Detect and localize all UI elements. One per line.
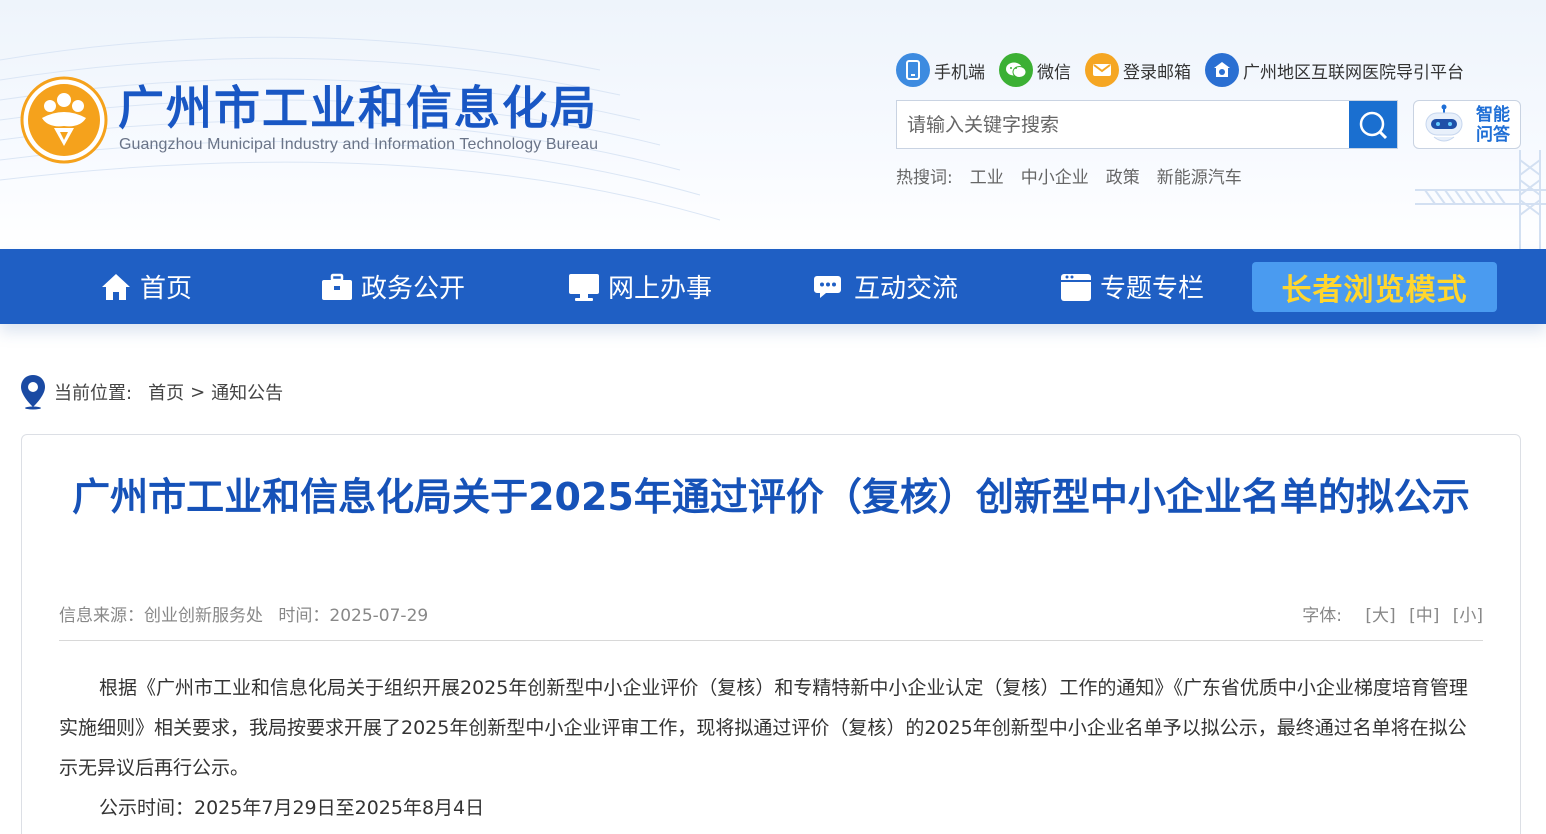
location-pin-icon bbox=[21, 375, 45, 410]
site-header: 广州市工业和信息化局 Guangzhou Municipal Industry … bbox=[0, 0, 1546, 249]
search-icon bbox=[1359, 111, 1388, 139]
hot-word[interactable]: 新能源汽车 bbox=[1157, 163, 1242, 188]
search-button[interactable] bbox=[1349, 101, 1397, 148]
search-input[interactable] bbox=[897, 101, 1349, 148]
hot-word[interactable]: 政策 bbox=[1106, 163, 1140, 188]
meta-divider bbox=[59, 640, 1483, 641]
hospital-icon bbox=[1205, 53, 1239, 87]
font-size-large-button[interactable]: [大] bbox=[1365, 606, 1395, 626]
ai-assistant-button[interactable]: 智能 问答 bbox=[1413, 100, 1521, 149]
breadcrumb-separator: > bbox=[190, 381, 206, 403]
monitor-icon bbox=[569, 273, 599, 301]
ai-label-line1: 智能 bbox=[1476, 104, 1510, 125]
article-meta: 信息来源：创业创新服务处 时间：2025-07-29 字体: [大] [中] [… bbox=[59, 601, 1483, 627]
article-time: 时间：2025-07-29 bbox=[278, 606, 429, 626]
briefcase-icon bbox=[322, 273, 352, 300]
mail-icon bbox=[1085, 53, 1119, 87]
wechat-link-label: 微信 bbox=[1037, 62, 1071, 83]
main-nav: 首页 政务公开 网上办事 互动交流 专题专栏 长者浏览模式 bbox=[0, 249, 1546, 324]
nav-government-affairs-label: 政务公开 bbox=[361, 274, 466, 304]
font-size-medium-button[interactable]: [中] bbox=[1409, 606, 1439, 626]
elder-mode-button[interactable]: 长者浏览模式 bbox=[1252, 262, 1497, 312]
wechat-link[interactable]: 微信 bbox=[999, 53, 1071, 87]
breadcrumb-label: 当前位置: bbox=[54, 383, 133, 404]
nav-special-topics-label: 专题专栏 bbox=[1100, 274, 1205, 304]
article-paragraph: 根据《广州市工业和信息化局关于组织开展2025年创新型中小企业评价（复核）和专精… bbox=[59, 677, 1468, 779]
hot-searches: 热搜词: 工业 中小企业 政策 新能源汽车 bbox=[896, 163, 1242, 188]
chat-icon bbox=[814, 275, 841, 298]
elder-mode-label: 长者浏览模式 bbox=[1281, 273, 1468, 308]
hot-searches-label: 热搜词: bbox=[896, 168, 953, 188]
hot-word[interactable]: 中小企业 bbox=[1021, 163, 1089, 188]
nav-online-services[interactable]: 网上办事 bbox=[568, 249, 712, 324]
robot-icon bbox=[1425, 104, 1463, 141]
nav-home[interactable]: 首页 bbox=[100, 249, 192, 324]
nav-home-label: 首页 bbox=[140, 274, 193, 304]
nav-special-topics[interactable]: 专题专栏 bbox=[1060, 249, 1204, 324]
font-size-small-button[interactable]: [小] bbox=[1453, 606, 1483, 626]
mail-link[interactable]: 登录邮箱 bbox=[1085, 53, 1191, 87]
wechat-icon bbox=[999, 53, 1033, 87]
breadcrumb: 当前位置: 首页 > 通知公告 bbox=[20, 374, 283, 410]
article-source: 信息来源：创业创新服务处 bbox=[59, 606, 263, 626]
ai-assistant-label: 智能 问答 bbox=[1476, 105, 1510, 145]
mobile-link-label: 手机端 bbox=[934, 62, 985, 83]
nav-interaction-label: 互动交流 bbox=[854, 274, 959, 304]
calendar-icon bbox=[1061, 273, 1091, 301]
home-icon bbox=[102, 273, 130, 300]
nav-interaction[interactable]: 互动交流 bbox=[814, 249, 958, 324]
hot-word[interactable]: 工业 bbox=[970, 163, 1004, 188]
bureau-logo[interactable] bbox=[20, 76, 108, 164]
article-card: 广州市工业和信息化局关于2025年通过评价（复核）创新型中小企业名单的拟公示 信… bbox=[21, 434, 1521, 834]
hospital-platform-label: 广州地区互联网医院导引平台 bbox=[1243, 62, 1464, 83]
hospital-platform-link[interactable]: 广州地区互联网医院导引平台 bbox=[1205, 53, 1464, 87]
mail-link-label: 登录邮箱 bbox=[1123, 62, 1191, 83]
breadcrumb-home[interactable]: 首页 bbox=[148, 379, 184, 405]
article-title: 广州市工业和信息化局关于2025年通过评价（复核）创新型中小企业名单的拟公示 bbox=[72, 475, 1470, 519]
article-body: 根据《广州市工业和信息化局关于组织开展2025年创新型中小企业评价（复核）和专精… bbox=[59, 668, 1485, 828]
site-title[interactable]: 广州市工业和信息化局 bbox=[118, 82, 598, 134]
search-bar bbox=[896, 100, 1398, 149]
breadcrumb-notices[interactable]: 通知公告 bbox=[211, 379, 283, 405]
ai-label-line2: 问答 bbox=[1476, 124, 1510, 145]
top-links: 手机端 微信 登录邮箱 广州地区互联网医院导引平台 bbox=[896, 52, 1478, 88]
nav-online-services-label: 网上办事 bbox=[608, 274, 713, 304]
nav-government-affairs[interactable]: 政务公开 bbox=[321, 249, 465, 324]
font-size-label: 字体: bbox=[1302, 606, 1342, 626]
site-subtitle: Guangzhou Municipal Industry and Informa… bbox=[119, 136, 599, 153]
article-paragraph: 公示时间：2025年7月29日至2025年8月4日 bbox=[99, 797, 485, 819]
mobile-link[interactable]: 手机端 bbox=[896, 53, 985, 87]
mobile-icon bbox=[896, 53, 930, 87]
